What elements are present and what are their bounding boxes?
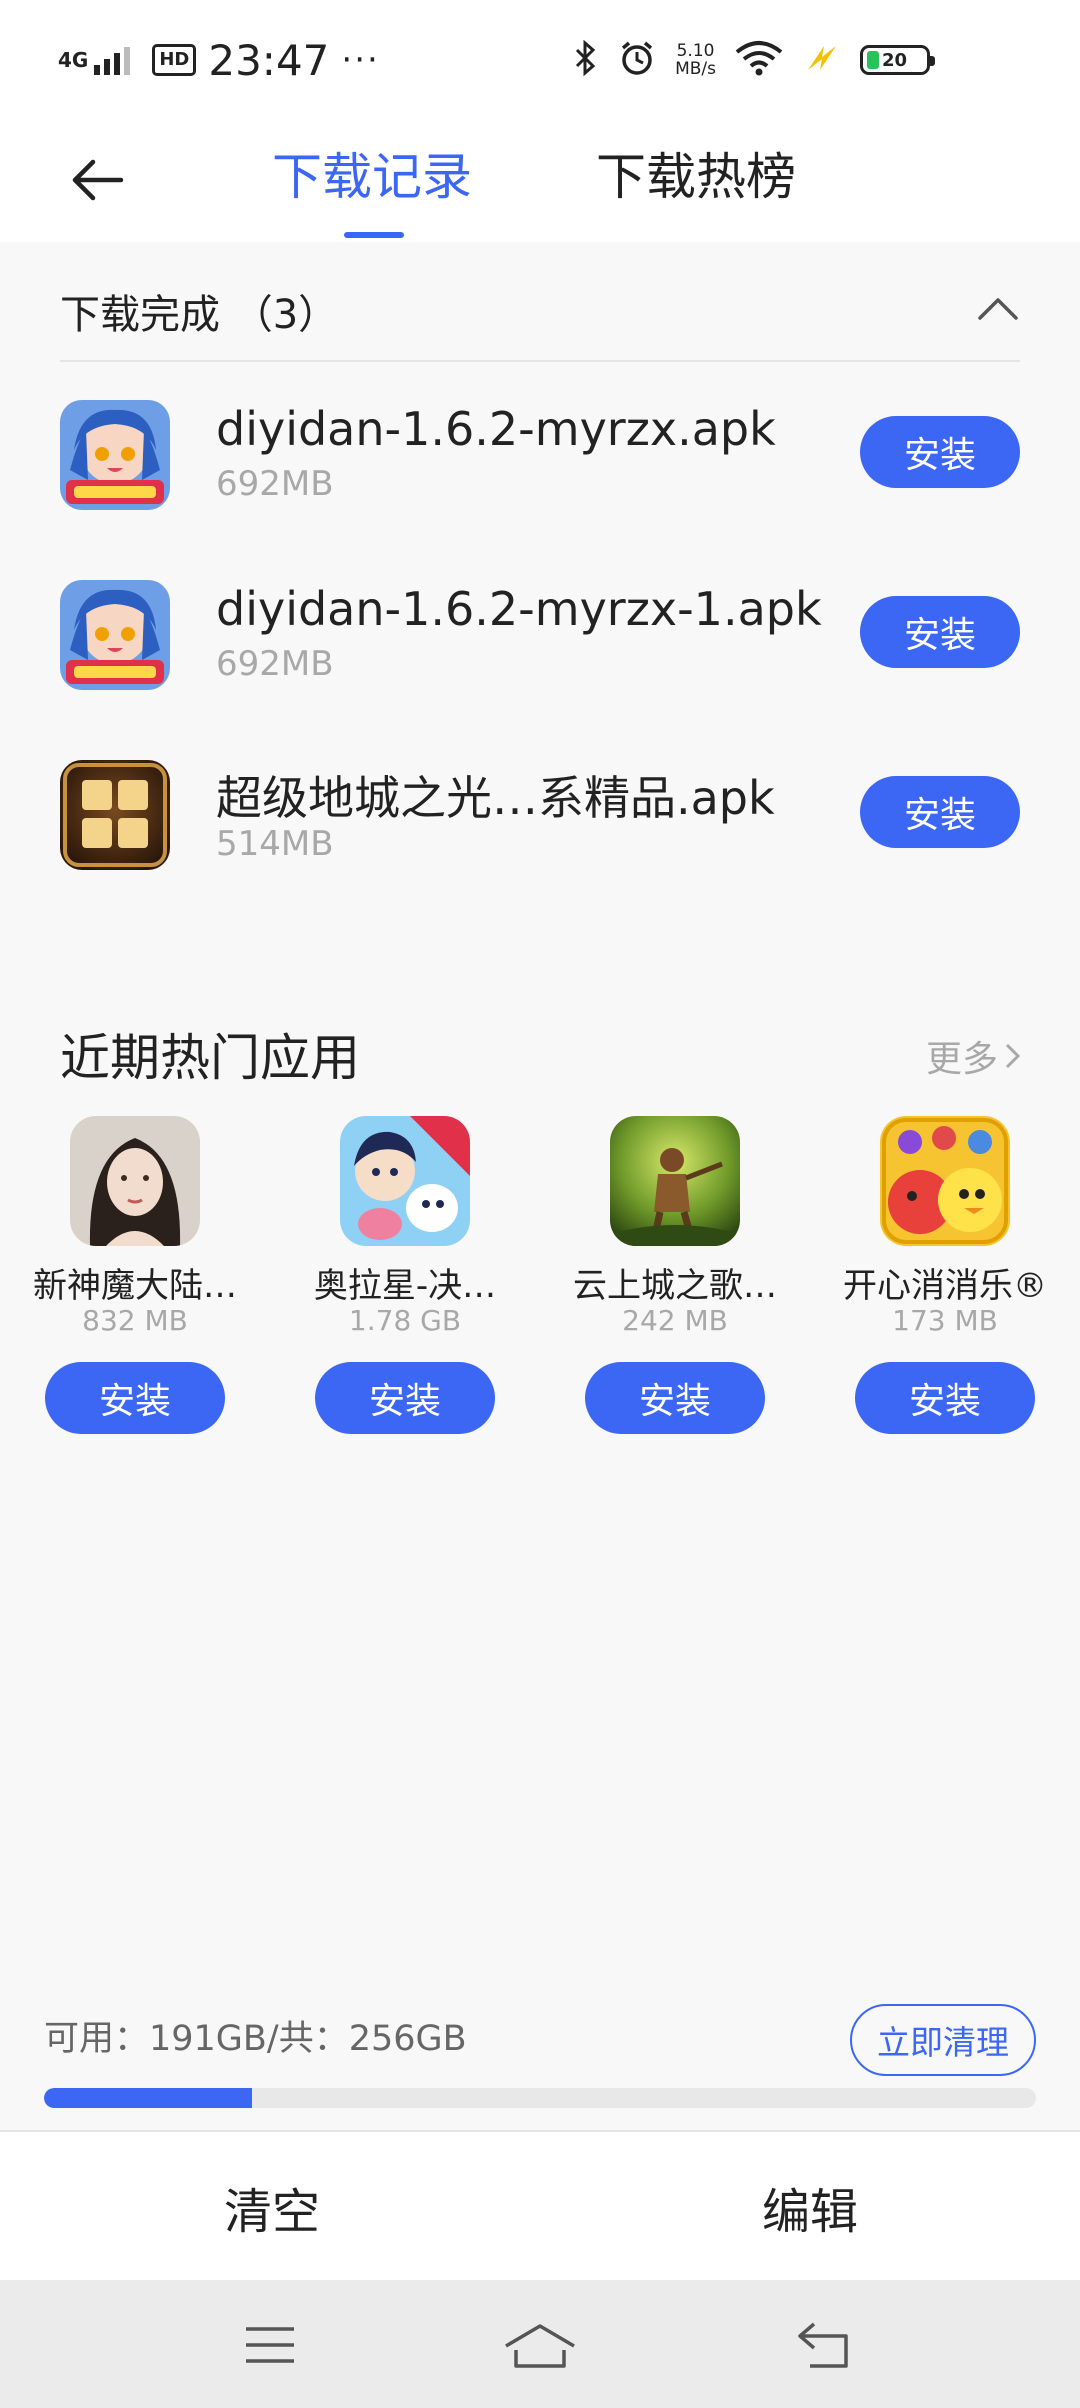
- clean-now-button[interactable]: 立即清理: [850, 2004, 1036, 2076]
- anime-girl-game-icon: [60, 580, 170, 690]
- home-button[interactable]: [500, 2310, 580, 2380]
- list-item[interactable]: 超级地城之光…系精品.apk 514MB 安装: [60, 740, 1020, 890]
- network-type: 4G: [58, 48, 89, 72]
- system-navigation-bar: [0, 2280, 1080, 2408]
- more-link[interactable]: 更多: [926, 1030, 1022, 1082]
- bluetooth-icon: [573, 39, 599, 80]
- app-name: 奥拉星-决…: [313, 1266, 497, 1306]
- chevron-up-icon[interactable]: [976, 294, 1020, 328]
- back-icon: [798, 2322, 848, 2368]
- app-name: 云上城之歌…: [573, 1266, 777, 1306]
- install-button[interactable]: 安装: [860, 596, 1020, 668]
- app-name: 新神魔大陆…: [33, 1266, 237, 1306]
- download-complete-header[interactable]: 下载完成 （3）: [60, 262, 1020, 362]
- file-name: diyidan-1.6.2-myrzx-1.apk: [216, 582, 822, 636]
- aola-star-icon: [340, 1116, 470, 1246]
- edit-button[interactable]: 编辑: [762, 2172, 858, 2242]
- app-size: 1.78 GB: [348, 1304, 462, 1337]
- file-size: 692MB: [216, 464, 334, 504]
- bottom-action-bar: 清空 编辑: [0, 2130, 1080, 2280]
- charging-icon: [802, 40, 842, 80]
- arrow-left-icon: [72, 159, 124, 201]
- wifi-icon: [734, 40, 784, 80]
- clear-button[interactable]: 清空: [224, 2172, 320, 2242]
- hot-app-card[interactable]: 云上城之歌… 242 MB 安装: [540, 1116, 810, 1446]
- tab-download-ranking[interactable]: 下载热榜: [596, 142, 796, 212]
- app-size: 242 MB: [622, 1304, 728, 1337]
- app-name: 开心消消乐®: [843, 1266, 1047, 1306]
- top-navigation: 下载记录 下载热榜: [0, 120, 1080, 242]
- file-size: 514MB: [216, 824, 334, 864]
- back-button[interactable]: [62, 150, 132, 210]
- battery-icon: 20: [860, 45, 935, 75]
- storage-info: 可用：191GB/共：256GB: [44, 2019, 467, 2059]
- chevron-right-icon: [1005, 1043, 1021, 1069]
- install-button[interactable]: 安装: [585, 1362, 765, 1434]
- install-button[interactable]: 安装: [860, 416, 1020, 488]
- hot-app-card[interactable]: 奥拉星-决… 1.78 GB 安装: [270, 1116, 540, 1446]
- app-size: 173 MB: [892, 1304, 998, 1337]
- hot-app-card[interactable]: 开心消消乐® 173 MB 安装: [810, 1116, 1080, 1446]
- dungeon-light-game-icon: [60, 760, 170, 870]
- app-size: 832 MB: [82, 1304, 188, 1337]
- install-button[interactable]: 安装: [855, 1362, 1035, 1434]
- list-item[interactable]: diyidan-1.6.2-myrzx-1.apk 692MB 安装: [60, 560, 1020, 710]
- hot-app-card[interactable]: 新神魔大陆… 832 MB 安装: [0, 1116, 270, 1446]
- alarm-icon: [617, 38, 657, 82]
- hd-badge: HD: [152, 44, 197, 76]
- forest-warrior-icon: [610, 1116, 740, 1246]
- download-complete-title: 下载完成 （3）: [60, 292, 339, 338]
- hot-apps-title: 近期热门应用: [60, 1029, 360, 1087]
- file-name: 超级地城之光…系精品.apk: [216, 771, 775, 825]
- more-notifications-indicator: ···: [341, 40, 380, 80]
- portrait-woman-icon: [70, 1116, 200, 1246]
- install-button[interactable]: 安装: [860, 776, 1020, 848]
- menu-icon: [246, 2327, 294, 2363]
- home-icon: [505, 2324, 575, 2368]
- file-name: diyidan-1.6.2-myrzx.apk: [216, 402, 776, 456]
- list-item[interactable]: diyidan-1.6.2-myrzx.apk 692MB 安装: [60, 380, 1020, 530]
- signal-icon: [94, 45, 131, 75]
- file-size: 692MB: [216, 644, 334, 684]
- network-speed: 5.10 MB/s: [675, 41, 716, 79]
- back-nav-button[interactable]: [784, 2310, 864, 2380]
- storage-progress-fill: [44, 2088, 253, 2108]
- more-link-label: 更多: [925, 1039, 998, 1080]
- menu-button[interactable]: [230, 2310, 310, 2380]
- tab-download-history[interactable]: 下载记录: [272, 142, 472, 212]
- install-button[interactable]: 安装: [315, 1362, 495, 1434]
- status-time: 23:47: [208, 35, 330, 85]
- anime-girl-game-icon: [60, 400, 170, 510]
- storage-progress-bar: [44, 2088, 1036, 2108]
- active-tab-indicator: [344, 232, 404, 238]
- install-button[interactable]: 安装: [45, 1362, 225, 1434]
- status-bar: 4G HD 23:47 ··· 5.10 MB/s 20: [0, 0, 1080, 120]
- happy-birds-icon: [880, 1116, 1010, 1246]
